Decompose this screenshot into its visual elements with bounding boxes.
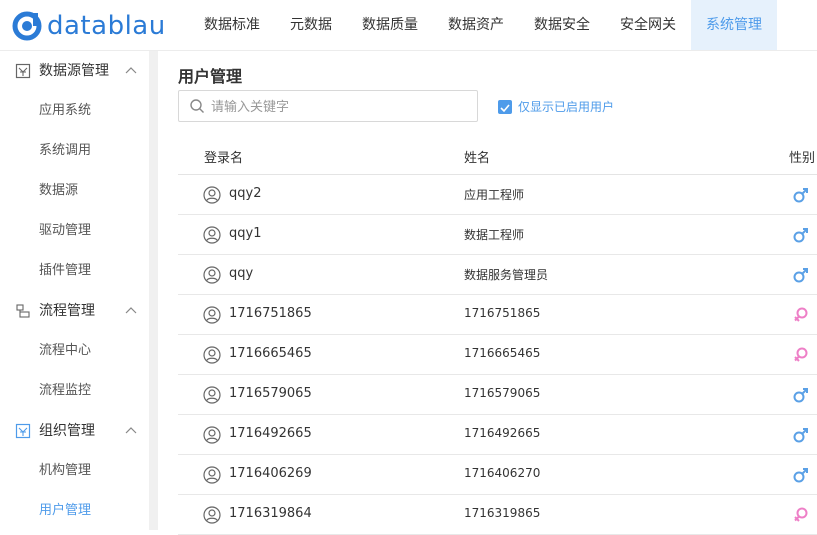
sidebar-item-plugin-management[interactable]: 插件管理 [39, 262, 91, 280]
search-input[interactable] [211, 97, 471, 117]
user-name: 1716406270 [464, 466, 541, 480]
user-login: qqy [229, 266, 254, 281]
user-name: 数据工程师 [464, 228, 525, 242]
table-row[interactable]: 1716579065 1716579065 [178, 375, 817, 415]
male-icon [793, 388, 808, 403]
table-row[interactable]: qqy1 数据工程师 [178, 215, 817, 255]
sidebar-group-org-management[interactable]: 组织管理 [0, 411, 149, 451]
user-avatar-icon [203, 266, 221, 284]
user-avatar-icon [203, 466, 221, 484]
user-name: 1716492665 [464, 426, 541, 440]
nav-item-data-security[interactable]: 数据安全 [519, 0, 605, 50]
datasource-icon [15, 63, 31, 79]
user-login: 1716665465 [229, 346, 312, 361]
table-row[interactable]: 1716492665 1716492665 [178, 415, 817, 455]
sidebar-item-system-call[interactable]: 系统调用 [39, 142, 91, 160]
column-header-login[interactable]: 登录名 [204, 147, 243, 166]
user-name: 1716665465 [464, 346, 541, 360]
table-row[interactable]: 1716319864 1716319865 [178, 495, 817, 535]
user-login: 1716406269 [229, 466, 312, 481]
logo[interactable]: datablau [12, 11, 166, 41]
sidebar-group-process-management[interactable]: 流程管理 [0, 291, 149, 331]
male-icon [793, 428, 808, 443]
user-name: 1716751865 [464, 306, 541, 320]
main-nav: 数据标准 元数据 数据质量 数据资产 数据安全 安全网关 系统管理 [189, 0, 777, 50]
sidebar-item-process-monitor[interactable]: 流程监控 [39, 382, 91, 400]
sidebar-group-label: 流程管理 [39, 303, 95, 319]
female-icon [794, 507, 808, 522]
chevron-up-icon[interactable] [124, 305, 138, 317]
male-icon [793, 188, 808, 203]
user-table: 登录名 姓名 性别 qqy2 应用工程师 qqy1 数据工程师 qqy 数据服务管理员 17… [178, 136, 817, 535]
sidebar-item-application-system[interactable]: 应用系统 [39, 102, 91, 120]
top-bar: datablau 数据标准 元数据 数据质量 数据资产 数据安全 安全网关 系统… [0, 0, 817, 51]
datablau-logo-icon [12, 11, 42, 41]
sidebar-item-org-structure[interactable]: 机构管理 [39, 462, 91, 480]
main-content: 用户管理 仅显示已启用用户 登录名 姓名 性别 qqy2 应用工程师 qqy1 数据工… [158, 51, 817, 535]
table-row[interactable]: 1716751865 1716751865 [178, 295, 817, 335]
table-row[interactable]: 1716406269 1716406270 [178, 455, 817, 495]
male-icon [793, 468, 808, 483]
male-icon [793, 268, 808, 283]
sidebar-item-process-center[interactable]: 流程中心 [39, 342, 91, 360]
nav-item-system-management[interactable]: 系统管理 [691, 0, 777, 50]
user-name: 1716579065 [464, 386, 541, 400]
table-header: 登录名 姓名 性别 [178, 136, 817, 175]
sidebar-group-label: 数据源管理 [39, 63, 109, 79]
user-avatar-icon [203, 186, 221, 204]
user-avatar-icon [203, 346, 221, 364]
sidebar-scrollbar[interactable] [149, 51, 158, 530]
table-row[interactable]: qqy2 应用工程师 [178, 175, 817, 215]
table-row[interactable]: qqy 数据服务管理员 [178, 255, 817, 295]
user-login: qqy2 [229, 186, 262, 201]
female-icon [794, 307, 808, 322]
process-icon [16, 304, 30, 318]
user-name: 应用工程师 [464, 188, 525, 202]
user-name: 数据服务管理员 [464, 268, 549, 282]
male-icon [793, 228, 808, 243]
table-row[interactable]: 1716665465 1716665465 [178, 335, 817, 375]
column-header-name[interactable]: 姓名 [464, 147, 490, 166]
search-box[interactable] [178, 90, 478, 122]
user-login: 1716492665 [229, 426, 312, 441]
column-header-gender[interactable]: 性别 [789, 147, 815, 166]
logo-text: datablau [47, 11, 166, 41]
nav-item-data-quality[interactable]: 数据质量 [347, 0, 433, 50]
user-avatar-icon [203, 426, 221, 444]
filter-label: 仅显示已启用用户 [518, 100, 615, 114]
nav-item-metadata[interactable]: 元数据 [275, 0, 347, 50]
nav-item-data-assets[interactable]: 数据资产 [433, 0, 519, 50]
org-icon [15, 423, 31, 439]
user-avatar-icon [203, 386, 221, 404]
chevron-up-icon[interactable] [124, 65, 138, 77]
page-title: 用户管理 [178, 67, 243, 86]
sidebar-item-user-management[interactable]: 用户管理 [39, 502, 91, 520]
user-login: 1716579065 [229, 386, 312, 401]
checkbox-checked-icon[interactable] [498, 99, 512, 114]
user-login: 1716751865 [229, 306, 312, 321]
nav-item-security-gateway[interactable]: 安全网关 [605, 0, 691, 50]
user-avatar-icon [203, 226, 221, 244]
female-icon [794, 347, 808, 362]
enabled-users-filter[interactable]: 仅显示已启用用户 [498, 98, 614, 115]
search-icon [190, 99, 204, 113]
sidebar: 数据源管理 应用系统 系统调用 数据源 驱动管理 插件管理 流程管理 流程中心 … [0, 51, 149, 530]
sidebar-item-datasource[interactable]: 数据源 [39, 182, 78, 200]
user-login: qqy1 [229, 226, 262, 241]
sidebar-group-label: 组织管理 [39, 423, 95, 439]
sidebar-item-driver-management[interactable]: 驱动管理 [39, 222, 91, 240]
user-login: 1716319864 [229, 506, 312, 521]
user-avatar-icon [203, 506, 221, 524]
user-name: 1716319865 [464, 506, 541, 520]
sidebar-group-datasource-management[interactable]: 数据源管理 [0, 51, 149, 91]
user-avatar-icon [203, 306, 221, 324]
chevron-up-icon[interactable] [124, 425, 138, 437]
nav-item-data-standard[interactable]: 数据标准 [189, 0, 275, 50]
